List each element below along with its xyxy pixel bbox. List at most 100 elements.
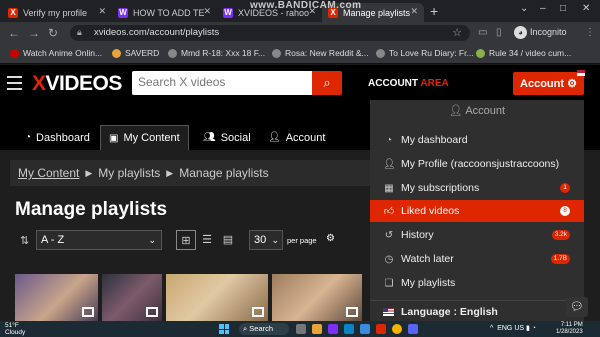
chat-icon[interactable]: 💬︎ — [566, 297, 588, 317]
breadcrumb-my-content[interactable]: My Content — [18, 166, 79, 180]
chrome-icon[interactable] — [392, 324, 402, 334]
profile-label[interactable]: Incognito — [530, 27, 567, 37]
playlist-thumbnail[interactable] — [166, 274, 268, 321]
tab-label: Social — [220, 131, 251, 144]
menu-item-my-subscriptions[interactable]: ▦ My subscriptions 1 — [370, 177, 584, 199]
discord-icon[interactable] — [408, 324, 418, 334]
gear-icon[interactable]: ⚙ — [326, 233, 335, 244]
taskbar-clock[interactable]: 7:11 PM 1/28/2023 — [556, 322, 583, 336]
teams-icon[interactable] — [328, 324, 338, 334]
playlist-thumbnail[interactable] — [272, 274, 362, 321]
dashboard-icon: ◔ — [385, 134, 393, 146]
menu-item-my-profile[interactable]: 👤︎ My Profile (raccoonsjustraccoons) — [370, 153, 584, 175]
edge-icon[interactable] — [344, 324, 354, 334]
account-area-label: ACCOUNT AREA — [368, 78, 449, 89]
menu-kebab-icon[interactable]: ⋮ — [585, 27, 595, 38]
clock-time: 7:11 PM — [560, 322, 583, 328]
tab-dashboard[interactable]: ◔ Dashboard — [17, 125, 98, 150]
tab-social[interactable]: 👥︎ Social — [195, 125, 259, 150]
content-icon: ▣ — [109, 132, 119, 144]
thumbs-up-icon: 👍︎ — [383, 206, 395, 217]
breadcrumb-my-playlists[interactable]: My playlists — [98, 166, 160, 180]
sidebar-icon[interactable]: ▯ — [496, 27, 502, 38]
menu-item-my-playlists[interactable]: ❏ My playlists — [370, 272, 584, 294]
chevron-down-icon: ⌄ — [148, 235, 156, 245]
bookmark-item[interactable]: To Love Ru Diary: Fr... — [376, 48, 474, 58]
browser-tab-verify[interactable]: X Verify my profile ✕ — [2, 3, 112, 22]
bookmark-item[interactable]: Rule 34 / video cum... — [476, 48, 571, 58]
menu-item-history[interactable]: ↺ History 3.2k — [370, 224, 584, 246]
menu-item-my-dashboard[interactable]: ◔ My dashboard — [370, 129, 584, 151]
site-logo[interactable]: XVIDEOS — [32, 72, 122, 96]
incognito-icon[interactable]: ◕ — [514, 26, 527, 39]
bookmark-label: Rule 34 / video cum... — [489, 48, 572, 58]
logo-rest: VIDEOS — [45, 72, 123, 95]
hamburger-menu-icon[interactable] — [7, 76, 22, 94]
menu-item-liked-videos[interactable]: 👍︎ Liked videos 8 — [370, 200, 584, 222]
browser-tab-how-to[interactable]: W HOW TO ADD TE ✕ — [112, 3, 217, 22]
bookmark-favicon-icon — [376, 48, 385, 58]
close-tab-icon[interactable]: ✕ — [98, 6, 106, 17]
store-icon[interactable] — [360, 324, 370, 334]
sort-select[interactable]: A - Z ⌄ — [36, 230, 162, 250]
bookmark-item[interactable]: Rosa: New Reddit &... — [272, 48, 369, 58]
us-flag-icon[interactable] — [577, 70, 585, 76]
compact-view-button[interactable]: ▤ — [218, 230, 238, 250]
search-input[interactable] — [138, 71, 308, 93]
user-icon: 👤︎ — [268, 132, 281, 143]
gear-icon: ⚙ — [567, 78, 577, 90]
account-button[interactable]: Account ⚙ — [513, 72, 584, 95]
close-tab-icon[interactable]: ✕ — [203, 6, 211, 17]
bookmark-item[interactable]: Watch Anime Onlin... — [10, 48, 102, 58]
search-button[interactable]: ⌕ — [312, 71, 342, 95]
recording-watermark: www.BANDICAM.com — [250, 0, 362, 11]
omnibox[interactable]: 🔒︎ xvideos.com/account/playlists ☆ — [70, 25, 470, 41]
tab-search-icon[interactable]: ⌄ — [520, 3, 528, 14]
account-dropdown-menu: 👤︎ Account ◔ My dashboard 👤︎ My Profile (r… — [370, 100, 584, 322]
logo-x: X — [32, 72, 46, 95]
folder-icon — [112, 48, 121, 58]
list-view-button[interactable]: ☰ — [197, 230, 217, 250]
screen: X Verify my profile ✕ W HOW TO ADD TE ✕ … — [0, 0, 600, 337]
account-area-word: ACCOUNT — [368, 78, 418, 89]
url-text[interactable]: xvideos.com/account/playlists — [94, 27, 219, 38]
tab-label: Account — [285, 131, 326, 144]
tab-account[interactable]: 👤︎ Account — [260, 125, 333, 150]
wattpad-favicon-icon: W — [223, 7, 233, 18]
menu-item-label: Watch later — [401, 253, 454, 265]
menu-item-watch-later[interactable]: ◷ Watch later 1.7B — [370, 248, 584, 270]
back-icon[interactable]: ← — [8, 26, 20, 40]
tab-my-content[interactable]: ▣ My Content — [100, 125, 189, 150]
maximize-icon[interactable]: □ — [560, 3, 566, 14]
taskbar-search[interactable]: ⌕ Search — [239, 323, 289, 335]
lock-icon[interactable]: 🔒︎ — [77, 27, 82, 38]
bookmark-star-icon[interactable]: ☆ — [452, 26, 462, 39]
account-button-label: Account — [520, 77, 565, 90]
per-page-select[interactable]: 30 ⌄ — [249, 230, 283, 250]
playlist-thumbnail[interactable] — [15, 274, 98, 321]
playlist-overlay-icon — [82, 307, 94, 317]
bookmark-item[interactable]: Mmd R-18: Xxx 18 F... — [168, 48, 265, 58]
close-window-icon[interactable]: ✕ — [582, 3, 590, 14]
sort-icon: ⇅ — [20, 235, 30, 247]
system-tray[interactable]: ^ ENG US ▮ ◔ — [490, 324, 536, 332]
file-explorer-icon[interactable] — [312, 324, 322, 334]
playlist-thumbnail[interactable] — [102, 274, 162, 321]
forward-icon[interactable]: → — [28, 26, 40, 40]
windows-start-icon[interactable] — [219, 324, 229, 334]
chevron-down-icon: ⌄ — [271, 235, 279, 245]
new-tab-button[interactable]: + — [430, 3, 438, 19]
bookmark-item[interactable]: SAVERD — [112, 48, 159, 58]
bandicam-icon[interactable] — [376, 324, 386, 334]
close-tab-icon[interactable]: ✕ — [410, 6, 418, 17]
extension-icon[interactable]: ▭ — [478, 27, 487, 38]
menu-item-language[interactable]: Language : English — [370, 300, 584, 322]
weather-widget[interactable]: 51°F Cloudy — [5, 322, 25, 336]
menu-header: 👤︎ Account — [370, 104, 584, 117]
task-view-icon[interactable] — [296, 324, 306, 334]
bookmarks-bar: Watch Anime Onlin... SAVERD Mmd R-18: Xx… — [0, 44, 600, 64]
grid-view-button[interactable]: ⊞ — [176, 230, 196, 250]
minimize-icon[interactable]: – — [540, 3, 546, 14]
reload-icon[interactable]: ↻ — [48, 26, 58, 40]
per-page-label: per page — [287, 236, 317, 245]
